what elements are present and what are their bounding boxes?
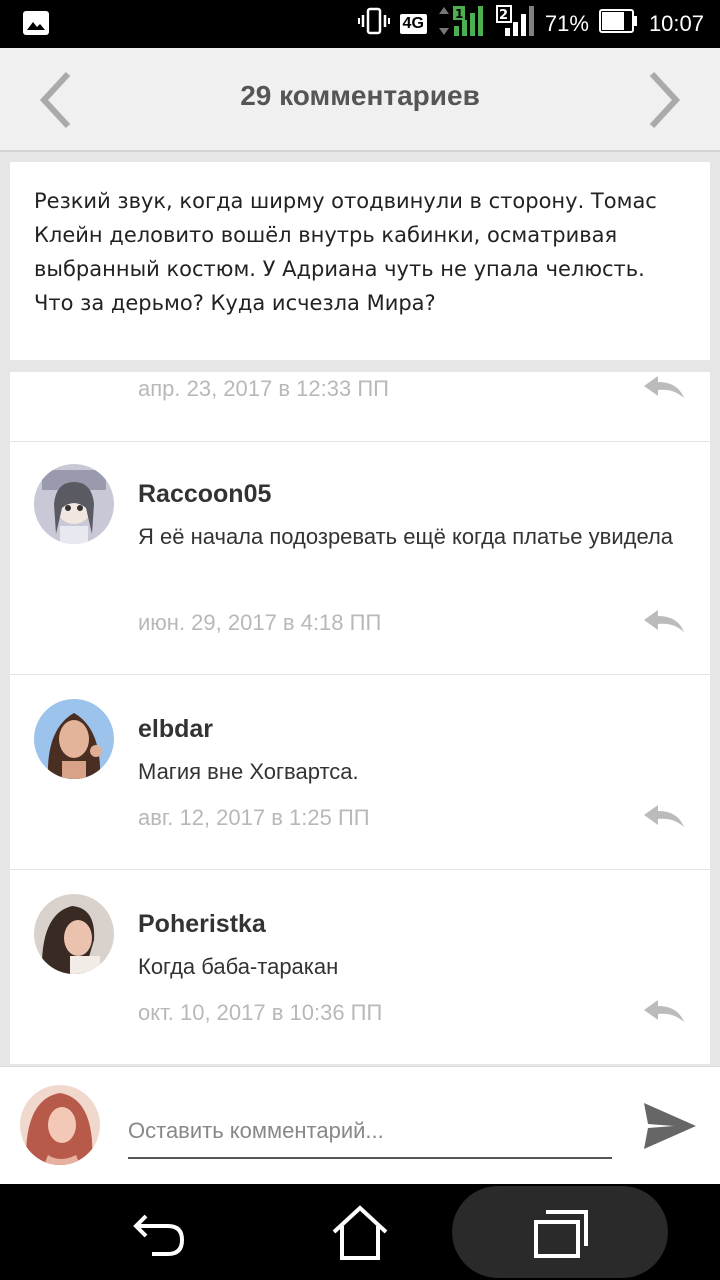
system-navigation-bar bbox=[0, 1184, 720, 1280]
signal-sim1-icon: 1 bbox=[437, 4, 485, 44]
status-bar: 4G 1 2 71% 10:07 bbox=[0, 0, 720, 48]
comment-date: апр. 23, 2017 в 12:33 ПП bbox=[138, 376, 389, 401]
comment-date: окт. 10, 2017 в 10:36 ПП bbox=[138, 1000, 383, 1025]
comment-date: авг. 12, 2017 в 1:25 ПП bbox=[138, 805, 370, 830]
excerpt-text: Резкий звук, когда ширму отодвинули в ст… bbox=[34, 189, 657, 315]
comment-text: Магия вне Хогвартса. bbox=[138, 759, 359, 784]
chevron-right-icon[interactable] bbox=[644, 70, 684, 130]
comment-author[interactable]: elbdar bbox=[138, 715, 213, 744]
reply-icon[interactable] bbox=[642, 608, 686, 634]
comment-composer bbox=[0, 1066, 720, 1184]
reply-icon[interactable] bbox=[642, 998, 686, 1024]
send-icon[interactable] bbox=[640, 1099, 698, 1153]
gallery-notification-icon bbox=[22, 10, 50, 41]
reply-icon[interactable] bbox=[642, 803, 686, 829]
comment-item: Poheristka Когда баба-таракан окт. 10, 2… bbox=[10, 870, 710, 1064]
clock: 10:07 bbox=[648, 11, 704, 36]
battery-icon bbox=[598, 8, 639, 40]
status-icons: 4G 1 2 71% 10:07 bbox=[357, 0, 704, 48]
comment-item: апр. 23, 2017 в 12:33 ПП bbox=[10, 372, 710, 442]
reply-icon[interactable] bbox=[642, 374, 686, 400]
signal-sim2-icon: 2 bbox=[495, 4, 535, 44]
story-excerpt: Резкий звук, когда ширму отодвинули в ст… bbox=[10, 162, 710, 360]
recents-icon[interactable] bbox=[530, 1202, 590, 1262]
comments-list[interactable]: апр. 23, 2017 в 12:33 ПП Raccoon05 Я её … bbox=[10, 372, 710, 1064]
back-icon[interactable] bbox=[130, 1202, 190, 1262]
comment-author[interactable]: Poheristka bbox=[138, 910, 266, 939]
home-icon[interactable] bbox=[330, 1202, 390, 1262]
sim2-label: 2 bbox=[499, 8, 508, 23]
avatar[interactable] bbox=[34, 894, 114, 974]
page-title: 29 комментариев bbox=[240, 80, 480, 111]
comment-text: Когда баба-таракан bbox=[138, 954, 339, 979]
battery-percent: 71% bbox=[544, 11, 589, 36]
avatar[interactable] bbox=[34, 464, 114, 544]
avatar bbox=[20, 1085, 100, 1165]
comment-date: июн. 29, 2017 в 4:18 ПП bbox=[138, 610, 382, 635]
avatar[interactable] bbox=[34, 699, 114, 779]
vibrate-icon bbox=[357, 7, 390, 41]
network-type-badge: 4G bbox=[399, 14, 427, 34]
comment-item: elbdar Магия вне Хогвартса. авг. 12, 201… bbox=[10, 675, 710, 870]
sim1-label: 1 bbox=[455, 7, 463, 21]
comment-item: Raccoon05 Я её начала подозревать ещё ко… bbox=[10, 442, 710, 675]
comment-text: Я её начала подозревать ещё когда платье… bbox=[138, 524, 674, 549]
comment-input[interactable] bbox=[128, 1105, 612, 1159]
comment-author[interactable]: Raccoon05 bbox=[138, 480, 271, 509]
comments-header: 29 комментариев bbox=[0, 48, 720, 152]
